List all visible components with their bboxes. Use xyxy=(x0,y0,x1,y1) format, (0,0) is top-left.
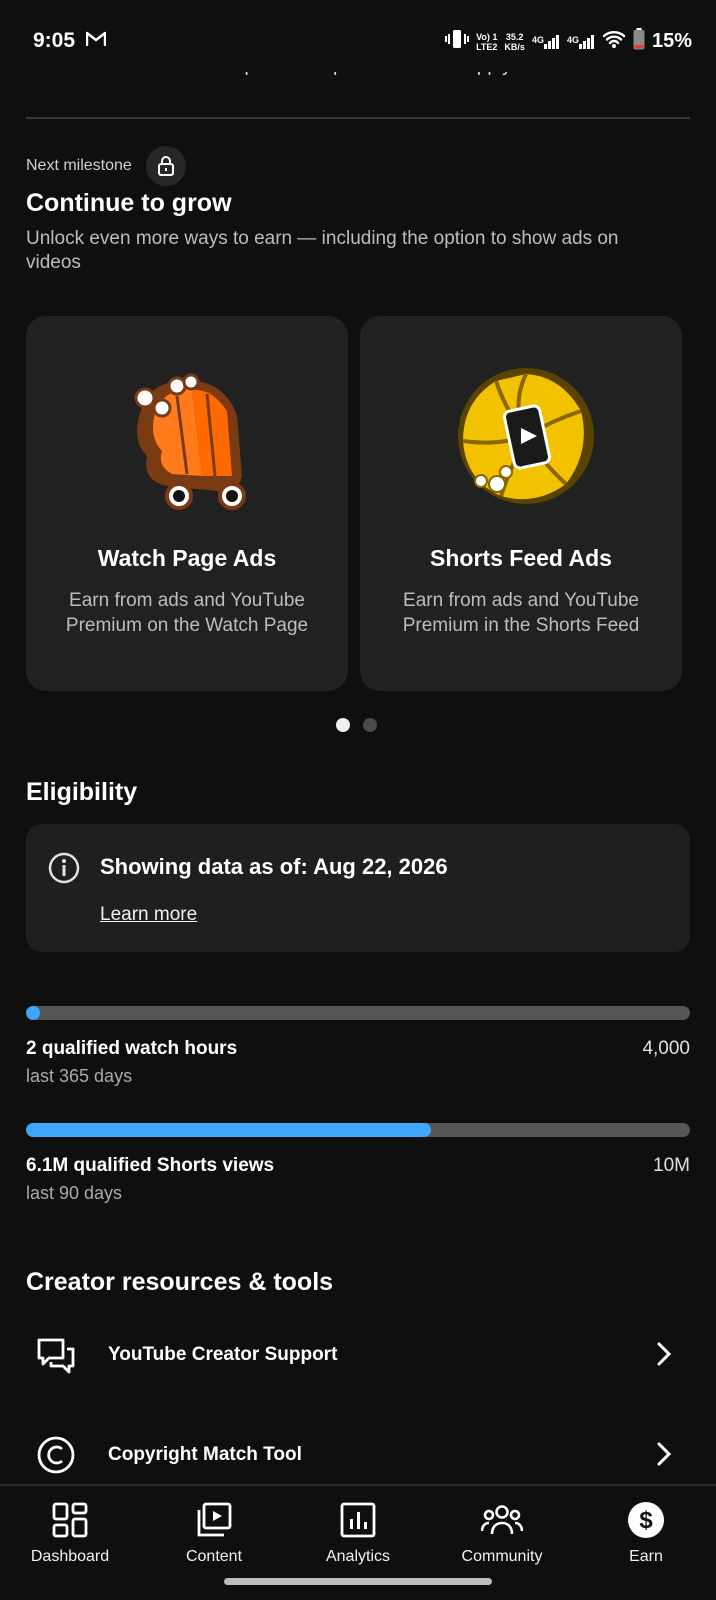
nav-dashboard[interactable]: Dashboard xyxy=(0,1498,140,1566)
signal-icon-1: 4G xyxy=(532,34,560,49)
progress-fill xyxy=(26,1123,432,1137)
milestone-header: Next milestone xyxy=(26,146,186,186)
nav-earn[interactable]: $ Earn xyxy=(576,1498,716,1566)
gmail-icon xyxy=(85,31,107,52)
content-icon xyxy=(144,1498,284,1542)
status-bar: 9:05 Vo) 1 LTE2 35.2 KB/s 4G 4G 15% xyxy=(0,0,716,72)
nav-label: Analytics xyxy=(325,1548,391,1565)
resource-label: Copyright Match Tool xyxy=(108,1444,302,1465)
eligibility-info-box: Showing data as of: Aug 22, 2026 Learn m… xyxy=(26,824,690,952)
progress-fill xyxy=(26,1006,40,1020)
watch-page-ads-card[interactable]: Watch Page Ads Earn from ads and YouTube… xyxy=(26,316,348,691)
battery-icon xyxy=(633,28,645,55)
lock-icon xyxy=(145,146,186,186)
shorts-views-target: 10M xyxy=(653,1155,690,1176)
community-icon xyxy=(432,1498,572,1542)
learn-more-link[interactable]: Learn more xyxy=(100,904,197,926)
wifi-icon xyxy=(602,29,626,54)
carousel-dot-active[interactable] xyxy=(336,718,350,732)
chat-bubbles-icon xyxy=(36,1337,76,1380)
svg-text:$: $ xyxy=(639,1507,653,1534)
copyright-icon xyxy=(36,1435,76,1480)
status-time: 9:05 xyxy=(33,29,76,52)
nav-label: Earn xyxy=(629,1548,663,1565)
card-title: Watch Page Ads xyxy=(97,545,277,571)
shorts-views-label: 6.1M qualified Shorts views xyxy=(26,1155,275,1176)
nav-label: Content xyxy=(185,1548,243,1565)
shorts-views-period: last 90 days xyxy=(26,1183,123,1203)
resource-label: YouTube Creator Support xyxy=(108,1344,338,1365)
milestone-label: Next milestone xyxy=(26,157,132,174)
card-description: Earn from ads and YouTube Premium on the… xyxy=(65,590,309,636)
nav-label: Community xyxy=(461,1548,543,1565)
earn-dollar-icon: $ xyxy=(576,1498,716,1542)
analytics-icon xyxy=(288,1498,428,1542)
carousel-dots xyxy=(336,718,377,732)
resources-title: Creator resources & tools xyxy=(26,1268,334,1296)
watch-hours-target: 4,000 xyxy=(642,1038,690,1059)
home-indicator[interactable] xyxy=(224,1578,492,1585)
nav-label: Dashboard xyxy=(30,1548,110,1565)
watch-hours-label: 2 qualified watch hours xyxy=(26,1038,238,1059)
nav-content[interactable]: Content xyxy=(144,1498,284,1566)
eligibility-title: Eligibility xyxy=(26,778,138,806)
shorts-feed-ads-card[interactable]: Shorts Feed Ads Earn from ads and YouTub… xyxy=(360,316,682,691)
signal-icon-2: 4G xyxy=(567,34,595,49)
milestone-title: Continue to grow xyxy=(26,189,232,217)
data-as-of-text: Showing data as of: Aug 22, 2026 xyxy=(100,854,448,879)
chevron-right-icon xyxy=(656,1441,672,1472)
card-title: Shorts Feed Ads xyxy=(430,545,612,571)
watch-hours-period: last 365 days xyxy=(26,1066,133,1086)
card-description: Earn from ads and YouTube Premium in the… xyxy=(402,590,640,636)
shorts-views-progress-bar xyxy=(26,1123,690,1137)
chevron-right-icon xyxy=(656,1341,672,1372)
battery-percent: 15% xyxy=(651,30,692,52)
nav-analytics[interactable]: Analytics xyxy=(288,1498,428,1566)
watch-hours-progress-bar xyxy=(26,1006,690,1020)
nav-community[interactable]: Community xyxy=(432,1498,572,1566)
milestone-description: Unlock even more ways to earn — includin… xyxy=(26,228,619,273)
section-divider xyxy=(26,117,690,119)
network-speed: 35.2 KB/s xyxy=(504,31,525,52)
dashboard-icon xyxy=(0,1498,140,1542)
popcorn-cart-icon xyxy=(26,356,348,516)
shorts-phone-icon xyxy=(360,356,682,516)
info-icon xyxy=(48,852,80,889)
copyright-match-row[interactable]: Copyright Match Tool xyxy=(0,1415,716,1495)
carousel-dot[interactable] xyxy=(363,718,377,732)
creator-support-row[interactable]: YouTube Creator Support xyxy=(0,1315,716,1395)
network-type: Vo) 1 LTE2 xyxy=(476,31,498,52)
vibrate-icon xyxy=(445,28,470,55)
